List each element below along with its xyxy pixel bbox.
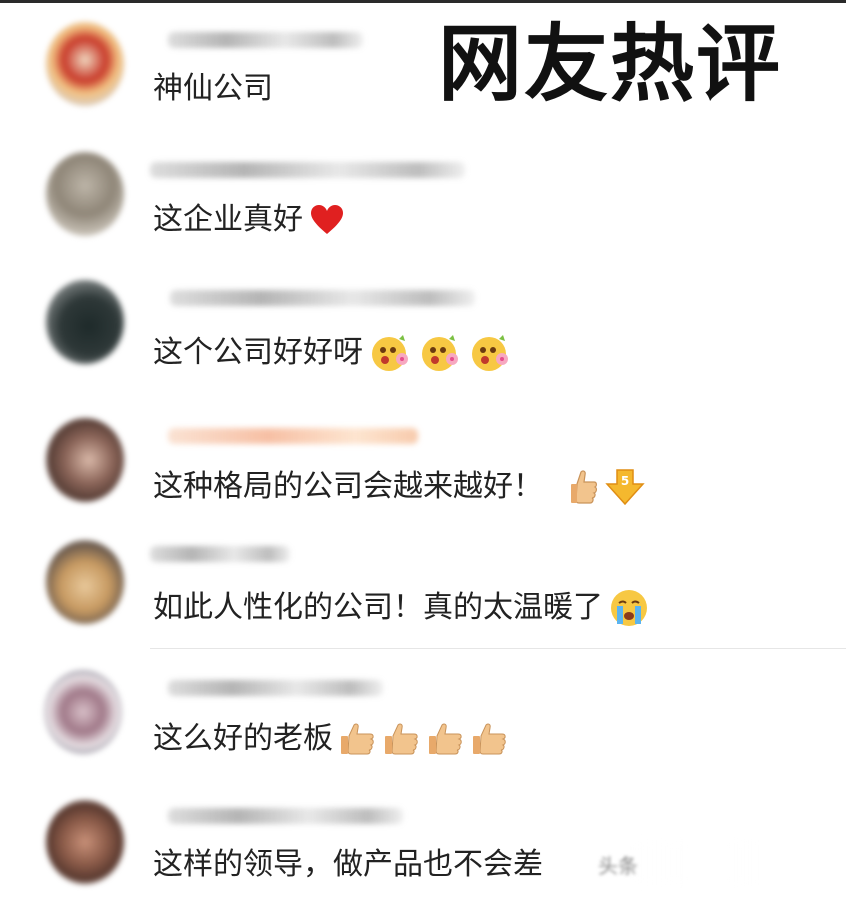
comment-text-row: 这企业真好	[153, 204, 345, 236]
comment-text-row: 神仙公司	[153, 74, 273, 104]
username-blurred[interactable]	[168, 680, 383, 696]
username-blurred[interactable]	[168, 808, 403, 824]
avatar[interactable]	[46, 152, 124, 236]
divider	[150, 648, 846, 649]
username-blurred[interactable]	[170, 290, 475, 306]
avatar[interactable]	[46, 280, 124, 364]
thumbs-up-icon	[339, 722, 377, 756]
comment-text: 这种格局的公司会越来越好！	[153, 469, 543, 504]
comment-text-row: 如此人性化的公司！真的太温暖了	[153, 588, 649, 628]
svg-text:5: 5	[621, 474, 629, 488]
comment-text: 这个公司好好呀	[153, 335, 363, 370]
comment-text-row: 这个公司好好呀	[153, 333, 513, 373]
crying-face-icon	[609, 588, 649, 628]
thumbs-up-icon	[383, 722, 421, 756]
thumbs-up-icon	[471, 722, 509, 756]
username-blurred[interactable]	[168, 428, 418, 444]
avatar[interactable]	[46, 540, 124, 624]
comment-text-row: 这种格局的公司会越来越好！ 5	[153, 468, 645, 506]
comment-text-row: 这样的领导，做产品也不会差	[153, 850, 543, 880]
comment-text: 这企业真好	[153, 202, 303, 237]
avatar[interactable]	[46, 800, 124, 884]
flower-face-icon	[469, 333, 513, 373]
watermark-fade	[630, 840, 770, 885]
comment-text: 如此人性化的公司！真的太温暖了	[153, 590, 603, 625]
comment-text: 这样的领导，做产品也不会差	[153, 847, 543, 882]
comment-text: 神仙公司	[153, 71, 273, 106]
flower-face-icon	[369, 333, 413, 373]
headline-title: 网友热评	[438, 15, 783, 113]
username-blurred[interactable]	[168, 32, 363, 48]
down-arrow-icon: 5	[605, 468, 645, 506]
avatar[interactable]	[46, 22, 124, 106]
top-border	[0, 0, 846, 3]
username-blurred[interactable]	[150, 546, 290, 562]
thumbs-up-icon	[427, 722, 465, 756]
heart-icon	[309, 204, 345, 236]
username-blurred[interactable]	[150, 162, 465, 178]
flower-face-icon	[419, 333, 463, 373]
comment-text: 这么好的老板	[153, 721, 333, 756]
avatar[interactable]	[46, 418, 124, 502]
comment-text-row: 这么好的老板	[153, 722, 509, 756]
avatar[interactable]	[44, 670, 122, 754]
thumbs-up-icon	[569, 468, 599, 506]
